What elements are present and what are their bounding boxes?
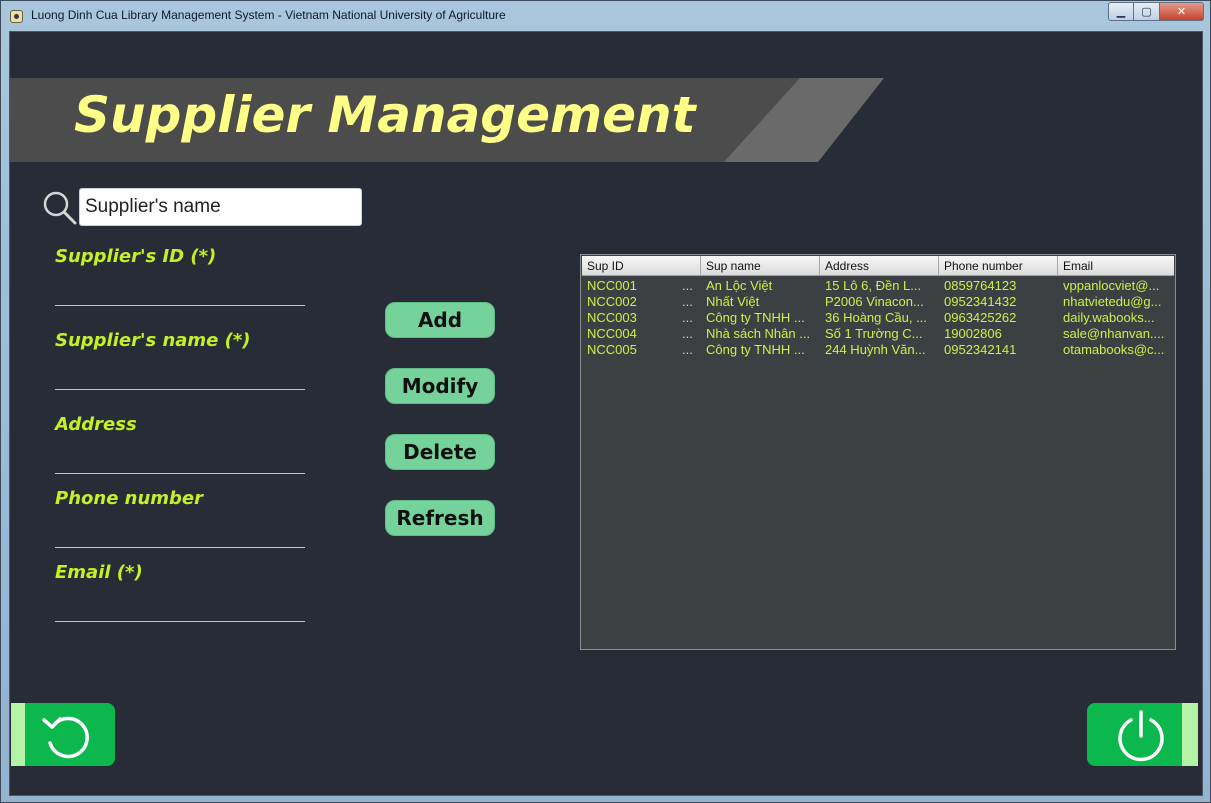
search-input[interactable]: [79, 188, 362, 226]
cell-email: sale@nhanvan....: [1063, 326, 1165, 341]
cell-sup-id-overflow: ...: [682, 310, 693, 325]
cell-address: 36 Hoàng Cầu, ...: [825, 310, 927, 325]
supplier-name-field[interactable]: [55, 389, 305, 390]
cell-sup-id-overflow: ...: [682, 294, 693, 309]
cell-address: 15 Lô 6, Đền L...: [825, 278, 922, 293]
supplier-table[interactable]: Sup ID Sup name Address Phone number Ema…: [580, 254, 1176, 650]
column-header-sup-id[interactable]: Sup ID: [582, 256, 701, 276]
address-label: Address: [55, 414, 137, 435]
table-row[interactable]: NCC005 ... Công ty TNHH ... 244 Huỳnh Vă…: [582, 342, 1174, 358]
cell-email: otamabooks@c...: [1063, 342, 1165, 357]
cell-sup-id-overflow: ...: [682, 326, 693, 341]
cell-sup-name: Nhất Việt: [706, 294, 760, 309]
supplier-id-label: Supplier's ID (*): [55, 246, 217, 267]
table-row[interactable]: NCC003 ... Công ty TNHH ... 36 Hoàng Cầu…: [582, 310, 1174, 326]
refresh-button[interactable]: Refresh: [385, 500, 495, 536]
supplier-id-field[interactable]: [55, 305, 305, 306]
minimize-button[interactable]: ▁: [1108, 2, 1134, 21]
email-label: Email (*): [55, 562, 143, 583]
cell-email: nhatvietedu@g...: [1063, 294, 1162, 309]
address-field[interactable]: [55, 473, 305, 474]
cell-phone: 19002806: [944, 326, 1002, 341]
page-title: Supplier Management: [74, 86, 696, 144]
cell-email: daily.wabooks...: [1063, 310, 1155, 325]
delete-button[interactable]: Delete: [385, 434, 495, 470]
undo-icon: [42, 716, 89, 759]
cell-sup-name: Công ty TNHH ...: [706, 342, 805, 357]
app-icon: [10, 10, 23, 23]
cell-address: P2006 Vinacon...: [825, 294, 924, 309]
email-field[interactable]: [55, 621, 305, 622]
cell-address: Số 1 Trường C...: [825, 326, 923, 341]
back-button[interactable]: [11, 703, 115, 766]
title-bar[interactable]: Luong Dinh Cua Library Management System…: [1, 1, 1210, 31]
column-header-email[interactable]: Email: [1058, 256, 1174, 276]
cell-sup-id: NCC002: [587, 294, 637, 309]
column-header-address[interactable]: Address: [820, 256, 939, 276]
cell-sup-name: An Lộc Việt: [706, 278, 773, 293]
supplier-name-label: Supplier's name (*): [55, 330, 251, 351]
cell-sup-id: NCC005: [587, 342, 637, 357]
table-body: NCC001 ... An Lộc Việt 15 Lô 6, Đền L...…: [582, 278, 1174, 358]
column-header-sup-name[interactable]: Sup name: [701, 256, 820, 276]
window-controls: ▁ ▢ ✕: [1108, 2, 1204, 21]
power-button[interactable]: [1087, 703, 1198, 766]
cell-phone: 0859764123: [944, 278, 1017, 293]
table-header: Sup ID Sup name Address Phone number Ema…: [582, 256, 1174, 276]
window-title: Luong Dinh Cua Library Management System…: [31, 8, 506, 22]
cell-email: vppanlocviet@...: [1063, 278, 1160, 293]
cell-sup-id: NCC001: [587, 278, 637, 293]
cell-phone: 0963425262: [944, 310, 1017, 325]
cell-phone: 0952341432: [944, 294, 1017, 309]
column-header-phone[interactable]: Phone number: [939, 256, 1058, 276]
table-row[interactable]: NCC001 ... An Lộc Việt 15 Lô 6, Đền L...…: [582, 278, 1174, 294]
modify-button[interactable]: Modify: [385, 368, 495, 404]
cell-sup-id: NCC003: [587, 310, 637, 325]
phone-label: Phone number: [55, 488, 204, 509]
table-row[interactable]: NCC002 ... Nhất Việt P2006 Vinacon... 09…: [582, 294, 1174, 310]
cell-sup-name: Nhà sách Nhân ...: [706, 326, 811, 341]
search-icon[interactable]: [42, 190, 78, 226]
power-icon: [1118, 710, 1164, 762]
cell-address: 244 Huỳnh Văn...: [825, 342, 926, 357]
cell-sup-id: NCC004: [587, 326, 637, 341]
add-button[interactable]: Add: [385, 302, 495, 338]
back-button-stripe: [11, 703, 25, 766]
power-button-stripe: [1182, 703, 1198, 766]
maximize-button[interactable]: ▢: [1134, 2, 1160, 21]
cell-phone: 0952342141: [944, 342, 1017, 357]
close-button[interactable]: ✕: [1160, 2, 1204, 21]
app-window: Luong Dinh Cua Library Management System…: [0, 0, 1211, 803]
cell-sup-id-overflow: ...: [682, 278, 693, 293]
cell-sup-name: Công ty TNHH ...: [706, 310, 805, 325]
phone-field[interactable]: [55, 547, 305, 548]
main-panel: Supplier Management Supplier's ID (*) Su…: [9, 31, 1203, 796]
table-row[interactable]: NCC004 ... Nhà sách Nhân ... Số 1 Trường…: [582, 326, 1174, 342]
cell-sup-id-overflow: ...: [682, 342, 693, 357]
